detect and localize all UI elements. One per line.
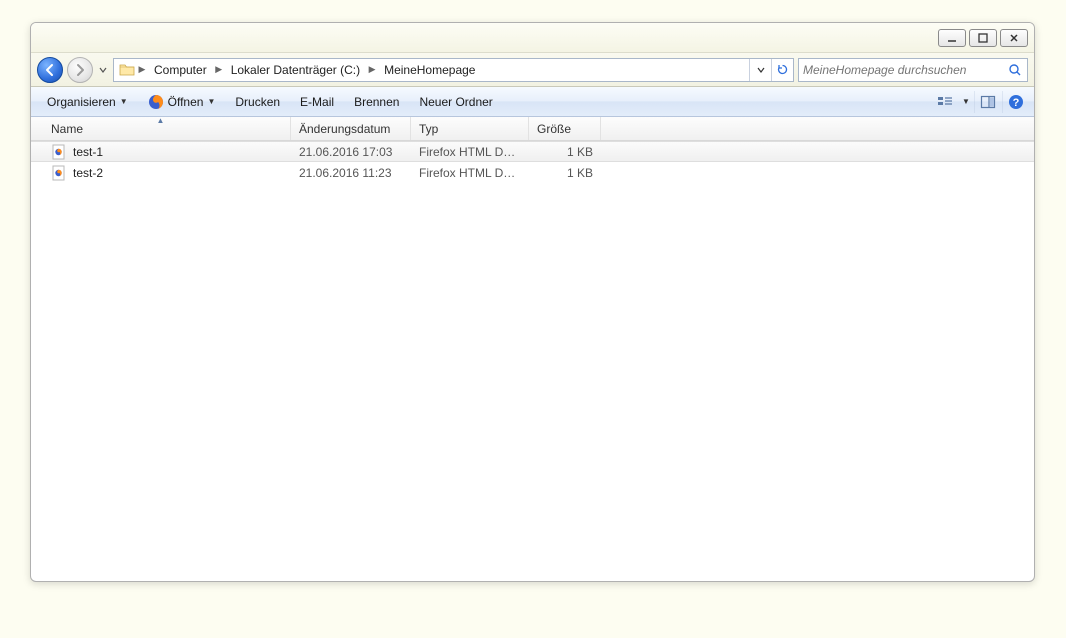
organize-menu[interactable]: Organisieren ▼	[37, 87, 138, 116]
file-date: 21.06.2016 11:23	[291, 166, 411, 180]
view-options-button[interactable]	[932, 91, 958, 113]
file-type: Firefox HTML Doc...	[411, 166, 529, 180]
breadcrumb-computer[interactable]: Computer	[148, 59, 213, 81]
refresh-button[interactable]	[771, 59, 793, 81]
view-options-dropdown[interactable]: ▼	[960, 97, 972, 106]
column-size-label: Größe	[537, 122, 571, 136]
column-date-label: Änderungsdatum	[299, 122, 390, 136]
address-bar[interactable]: ▶ Computer ▶ Lokaler Datenträger (C:) ▶ …	[113, 58, 794, 82]
close-button[interactable]	[1000, 29, 1028, 47]
search-box[interactable]	[798, 58, 1028, 82]
open-button[interactable]: Öffnen ▼	[138, 87, 226, 116]
print-button[interactable]: Drucken	[225, 87, 290, 116]
column-type-label: Typ	[419, 122, 438, 136]
forward-button[interactable]	[67, 57, 93, 83]
html-file-icon	[51, 165, 67, 181]
chevron-down-icon: ▼	[207, 97, 215, 106]
titlebar	[31, 23, 1034, 53]
file-date: 21.06.2016 17:03	[291, 145, 411, 159]
svg-text:?: ?	[1012, 97, 1019, 109]
toolbar: Organisieren ▼ Öffnen ▼ Drucken E-Mail B…	[31, 87, 1034, 117]
help-button[interactable]: ?	[1002, 91, 1028, 113]
file-name: test-1	[73, 145, 103, 159]
file-row[interactable]: test-2 21.06.2016 11:23 Firefox HTML Doc…	[31, 162, 1034, 183]
breadcrumb-drive-c[interactable]: Lokaler Datenträger (C:)	[225, 59, 366, 81]
firefox-icon	[148, 94, 164, 110]
column-header-type[interactable]: Typ	[411, 117, 529, 140]
minimize-button[interactable]	[938, 29, 966, 47]
print-label: Drucken	[235, 95, 280, 109]
breadcrumb-folder[interactable]: MeineHomepage	[378, 59, 481, 81]
email-label: E-Mail	[300, 95, 334, 109]
folder-icon	[114, 59, 136, 81]
file-name: test-2	[73, 166, 103, 180]
file-type: Firefox HTML Doc...	[411, 145, 529, 159]
preview-pane-button[interactable]	[974, 91, 1000, 113]
new-folder-label: Neuer Ordner	[419, 95, 492, 109]
chevron-down-icon: ▼	[120, 97, 128, 106]
file-size: 1 KB	[529, 166, 601, 180]
search-icon[interactable]	[1007, 63, 1023, 77]
column-header-size[interactable]: Größe	[529, 117, 601, 140]
file-list: test-1 21.06.2016 17:03 Firefox HTML Doc…	[31, 141, 1034, 183]
organize-label: Organisieren	[47, 95, 116, 109]
file-row[interactable]: test-1 21.06.2016 17:03 Firefox HTML Doc…	[31, 141, 1034, 162]
navigation-row: ▶ Computer ▶ Lokaler Datenträger (C:) ▶ …	[31, 53, 1034, 87]
back-button[interactable]	[37, 57, 63, 83]
burn-button[interactable]: Brennen	[344, 87, 409, 116]
file-size: 1 KB	[529, 145, 601, 159]
new-folder-button[interactable]: Neuer Ordner	[409, 87, 502, 116]
column-header-date[interactable]: Änderungsdatum	[291, 117, 411, 140]
open-label: Öffnen	[168, 95, 204, 109]
chevron-right-icon[interactable]: ▶	[366, 59, 378, 81]
column-header-name[interactable]: Name ▲	[31, 117, 291, 140]
column-headers: Name ▲ Änderungsdatum Typ Größe	[31, 117, 1034, 141]
html-file-icon	[51, 144, 67, 160]
search-input[interactable]	[803, 63, 1007, 77]
chevron-right-icon[interactable]: ▶	[213, 59, 225, 81]
address-dropdown-button[interactable]	[749, 59, 771, 81]
nav-recent-dropdown[interactable]	[97, 57, 109, 83]
maximize-button[interactable]	[969, 29, 997, 47]
explorer-window: ▶ Computer ▶ Lokaler Datenträger (C:) ▶ …	[30, 22, 1035, 582]
sort-ascending-icon: ▲	[157, 116, 165, 125]
column-name-label: Name	[51, 122, 83, 136]
chevron-right-icon[interactable]: ▶	[136, 59, 148, 81]
email-button[interactable]: E-Mail	[290, 87, 344, 116]
burn-label: Brennen	[354, 95, 399, 109]
